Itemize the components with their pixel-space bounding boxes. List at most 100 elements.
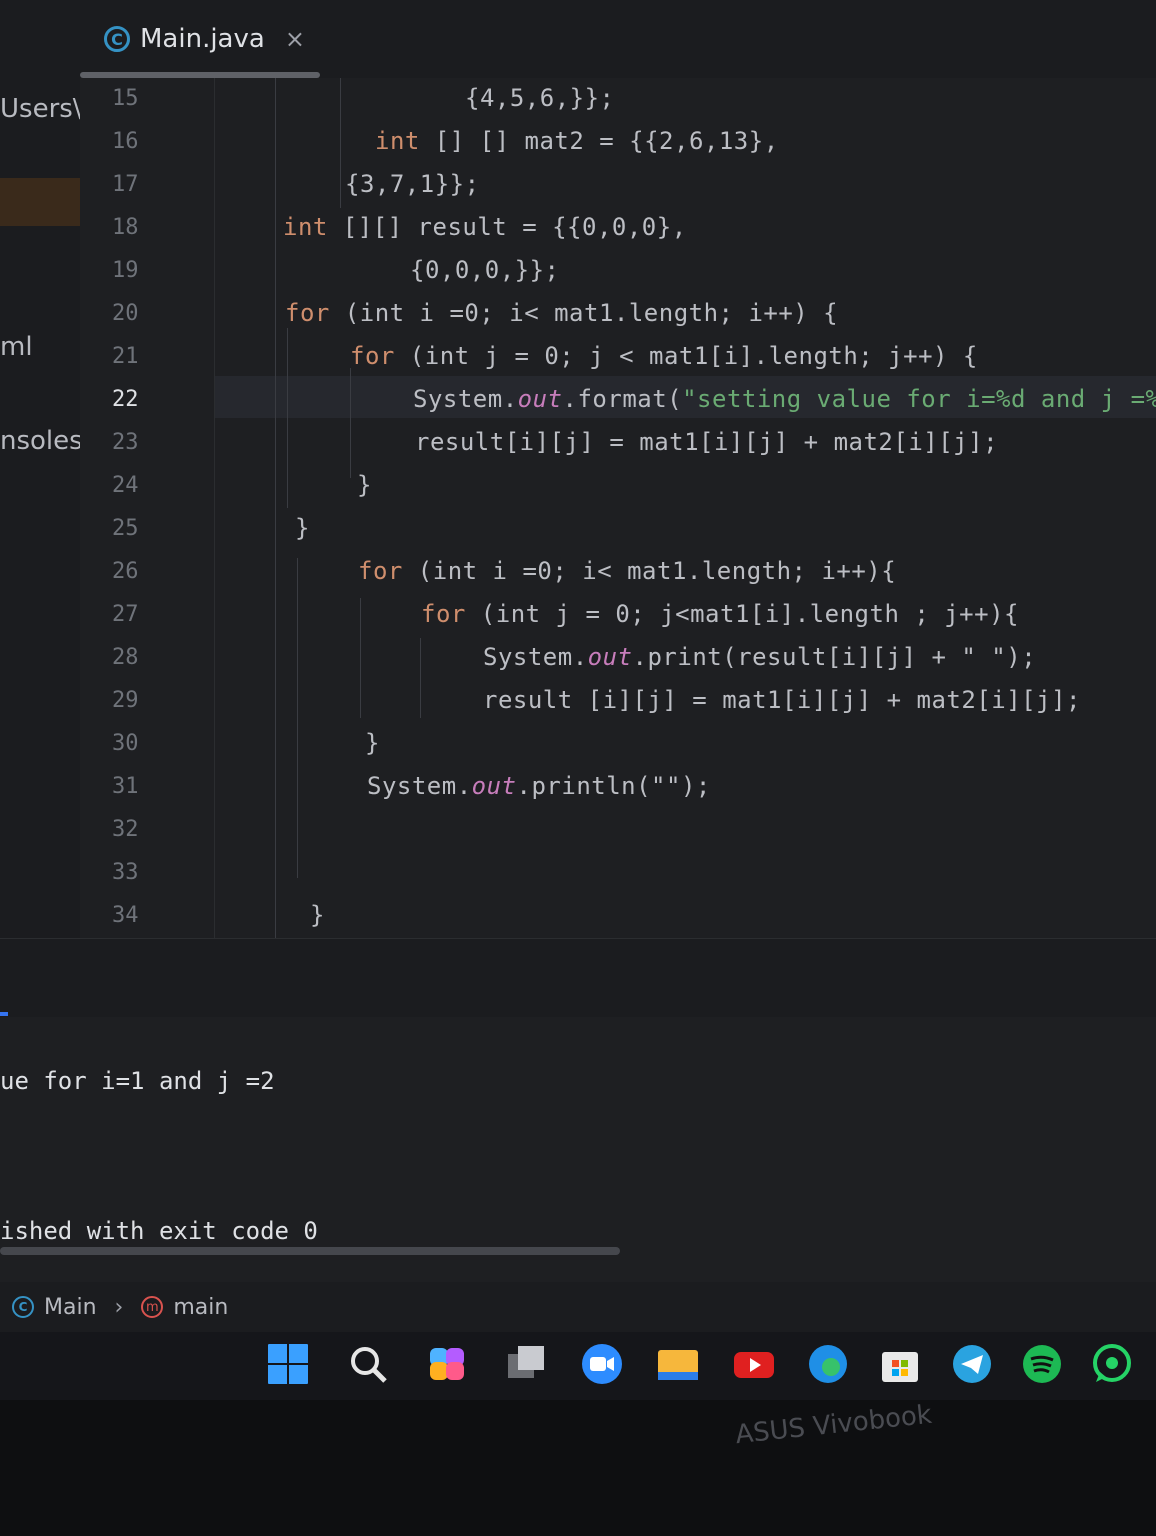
close-icon[interactable]: × [285,25,305,53]
line-number: 20 [112,301,139,326]
edge-icon[interactable] [806,1342,850,1386]
line-number: 21 [112,344,139,369]
indent-guide [360,598,361,718]
task-view-icon[interactable] [504,1342,548,1386]
indent-guide [350,368,351,478]
tab-main-java[interactable]: C Main.java × [80,0,320,78]
line-number-current: 22 [112,387,139,412]
line-number: 24 [112,473,139,498]
line-number: 18 [112,215,139,240]
tree-item-ml[interactable]: ml [0,332,33,362]
microsoft-store-icon[interactable] [878,1342,922,1386]
static-field: out [471,772,517,800]
line-number: 28 [112,645,139,670]
zoom-icon[interactable] [580,1342,624,1386]
code-text: (int i =0; i< mat1.length; i++) { [329,299,839,327]
keyword: int [375,127,420,155]
youtube-icon[interactable] [732,1342,776,1386]
code-text: .format( [562,385,683,413]
file-explorer-icon[interactable] [656,1342,700,1386]
console-horizontal-scrollbar[interactable] [0,1247,620,1255]
class-icon: C [104,26,130,52]
ide-window: C Main.java × Users\ ml nsoles 15 16 17 … [0,0,1156,1400]
static-field: out [517,385,563,413]
run-console[interactable]: ue for i=1 and j =2 ished with exit code… [0,1017,1156,1277]
code-text: .println(""); [516,772,711,800]
code-line-20: for (int i =0; i< mat1.length; i++) { [285,299,838,327]
indent-guide [420,638,421,718]
code-editor[interactable]: {4,5,6,}}; int [] [] mat2 = {{2,6,13}, {… [215,78,1156,938]
code-line-24: } [357,471,372,499]
line-number: 23 [112,430,139,455]
line-number: 32 [112,817,139,842]
indent-guide [275,78,276,938]
indent-guide [340,78,341,208]
code-text: (int i =0; i< mat1.length; i++){ [402,557,897,585]
static-field: out [587,643,633,671]
code-line-17: {3,7,1}}; [345,170,480,198]
run-tab-indicator [0,1012,8,1016]
editor-tab-bar: C Main.java × [0,0,1156,79]
code-line-19: {0,0,0,}}; [410,256,560,284]
tree-item-users[interactable]: Users\ [0,94,80,124]
code-line-26: for (int i =0; i< mat1.length; i++){ [358,557,896,585]
line-number: 27 [112,602,139,627]
copilot-icon[interactable] [426,1342,470,1386]
code-line-23: result[i][j] = mat1[i][j] + mat2[i][j]; [415,428,999,456]
code-line-18: int [][] result = {{0,0,0}, [283,213,687,241]
code-line-21: for (int j = 0; j < mat1[i].length; j++)… [350,342,978,370]
windows-taskbar [0,1332,1156,1400]
line-number: 17 [112,172,139,197]
code-line-28: System.out.print(result[i][j] + " "); [483,643,1036,671]
console-output-line: ue for i=1 and j =2 [0,1067,275,1095]
code-line-15: {4,5,6,}}; [465,84,615,112]
selected-tree-row[interactable] [0,178,80,226]
line-number: 31 [112,774,139,799]
code-text: [] [] mat2 = {{2,6,13}, [419,127,779,155]
tab-label: Main.java [140,24,265,54]
line-number: 16 [112,129,139,154]
class-icon: C [12,1296,34,1318]
indent-guide [287,328,288,508]
breadcrumb-method[interactable]: main [173,1295,228,1320]
line-number-gutter: 15 16 17 18 19 20 21 22 23 24 25 26 27 2… [80,78,274,938]
line-number: 25 [112,516,139,541]
windows-start-icon[interactable] [266,1342,310,1386]
breadcrumb-class[interactable]: Main [44,1295,97,1320]
line-number: 33 [112,860,139,885]
code-line-29: result [i][j] = mat1[i][j] + mat2[i][j]; [483,686,1081,714]
code-line-31: System.out.println(""); [367,772,711,800]
line-number: 19 [112,258,139,283]
breadcrumb: C Main › m main [0,1282,1156,1332]
telegram-icon[interactable] [950,1342,994,1386]
keyword: for [350,342,395,370]
code-line-27: for (int j = 0; j<mat1[i].length ; j++){ [421,600,1019,628]
run-panel-toolbar [0,938,1156,1018]
line-number: 29 [112,688,139,713]
code-text: .print(result[i][j] + " "); [632,643,1037,671]
code-line-22: System.out.format("setting value for i=%… [413,385,1156,413]
laptop-brand-label: ASUS Vivobook [733,1399,934,1451]
console-output-line: ished with exit code 0 [0,1217,318,1245]
chevron-right-icon: › [114,1294,124,1320]
line-number: 34 [112,903,139,928]
keyword: for [285,299,330,327]
code-line-34: } [310,901,325,929]
keyword: for [421,600,466,628]
tree-item-consoles[interactable]: nsoles [0,426,80,456]
line-number: 15 [112,86,139,111]
line-number: 30 [112,731,139,756]
spotify-icon[interactable] [1020,1342,1064,1386]
code-line-30: } [365,729,380,757]
code-line-16: int [] [] mat2 = {{2,6,13}, [375,127,779,155]
code-text: (int j = 0; j<mat1[i].length ; j++){ [465,600,1019,628]
indent-guide [297,558,298,878]
code-line-25: } [295,514,310,542]
keyword: int [283,213,328,241]
project-sidebar: Users\ ml nsoles [0,78,80,938]
search-icon[interactable] [346,1342,390,1386]
method-icon: m [141,1296,164,1318]
string-literal: "setting value for i=%d and j =%d\ [682,385,1156,413]
line-number: 26 [112,559,139,584]
whatsapp-icon[interactable] [1090,1342,1134,1386]
